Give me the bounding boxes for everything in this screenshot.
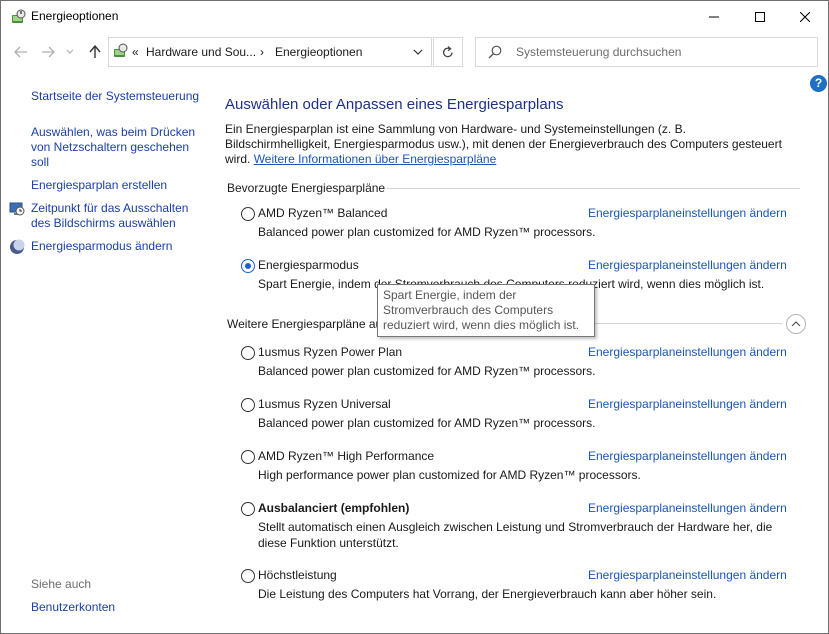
search-icon [488, 45, 502, 59]
page-title: Auswählen oder Anpassen eines Energiespa… [225, 96, 564, 113]
plan-name[interactable]: Ausbalanciert (empfohlen) [258, 501, 409, 515]
address-bar[interactable]: « Hardware und Sou... › Energieoptionen [108, 37, 432, 67]
section-divider [586, 323, 782, 324]
refresh-button[interactable] [433, 37, 463, 67]
minimize-button[interactable] [691, 1, 737, 32]
sidebar-link-home[interactable]: Startseite der Systemsteuerung [31, 89, 211, 104]
forward-arrow-icon [42, 46, 55, 58]
plan-radio-1usmus-universal[interactable] [241, 398, 255, 412]
search-input[interactable]: Systemsteuerung durchsuchen [516, 45, 681, 59]
sidebar-link-display-off[interactable]: Zeitpunkt für das Ausschalten des Bildsc… [31, 201, 201, 231]
close-icon [800, 11, 810, 22]
window-title: Energieoptionen [31, 9, 119, 23]
intro-text: Ein Energiesparplan ist eine Sammlung vo… [225, 122, 785, 167]
sidebar-link-user-accounts[interactable]: Benutzerkonten [31, 600, 115, 615]
minimize-icon [709, 16, 719, 17]
plan-settings-link[interactable]: Energiesparplaneinstellungen ändern [588, 345, 787, 359]
plan-radio-amd-balanced[interactable] [241, 207, 255, 221]
maximize-button[interactable] [737, 1, 783, 32]
breadcrumb-hardware[interactable]: Hardware und Sou... [146, 45, 256, 59]
sidebar-link-sleep[interactable]: Energiesparmodus ändern [31, 239, 211, 254]
sidebar-link-power-buttons[interactable]: Auswählen, was beim Drücken von Netzscha… [31, 125, 201, 170]
navigation-bar: « Hardware und Sou... › Energieoptionen … [1, 36, 828, 68]
back-button[interactable] [11, 42, 31, 62]
up-button[interactable] [85, 42, 105, 62]
title-bar: Energieoptionen [1, 1, 828, 32]
sidebar-link-create-plan[interactable]: Energiesparplan erstellen [31, 178, 211, 193]
preferred-plans-heading: Bevorzugte Energiesparpläne [227, 181, 386, 195]
plan-radio-amd-high-performance[interactable] [241, 450, 255, 464]
breadcrumb-power-options[interactable]: Energieoptionen [275, 45, 362, 59]
more-plans-heading: Weitere Energiesparpläne au [227, 317, 383, 331]
collapse-icon [791, 321, 801, 327]
plan-description: Balanced power plan customized for AMD R… [258, 364, 596, 378]
plan-description: Balanced power plan customized for AMD R… [258, 225, 596, 239]
control-panel-window: Energieoptionen « Hardware und Sou... › … [0, 0, 829, 634]
plan-description: Die Leistung des Computers hat Vorrang, … [258, 587, 717, 601]
breadcrumb-separator[interactable]: › [260, 45, 264, 59]
plan-radio-power-saver[interactable] [241, 259, 255, 273]
up-arrow-icon [89, 45, 101, 58]
close-button[interactable] [782, 1, 828, 32]
plan-tooltip: Spart Energie, indem der Stromverbrauch … [377, 284, 595, 337]
plan-name[interactable]: 1usmus Ryzen Power Plan [258, 345, 402, 359]
plan-name[interactable]: AMD Ryzen™ High Performance [258, 449, 434, 463]
see-also-label: Siehe auch [31, 577, 92, 591]
plan-description: High performance power plan customized f… [258, 468, 641, 482]
plan-name[interactable]: AMD Ryzen™ Balanced [258, 206, 387, 220]
moon-icon [10, 239, 25, 254]
power-options-icon [114, 43, 128, 57]
recent-dropdown-icon [66, 49, 74, 54]
plan-name[interactable]: Energiesparmodus [258, 258, 359, 272]
more-info-link[interactable]: Weitere Informationen über Energiesparpl… [254, 152, 497, 166]
breadcrumb-overflow[interactable]: « [132, 45, 139, 59]
forward-button[interactable] [38, 42, 58, 62]
help-icon[interactable]: ? [810, 75, 827, 92]
plan-name[interactable]: Höchstleistung [258, 568, 337, 582]
plan-name[interactable]: 1usmus Ryzen Universal [258, 397, 391, 411]
plan-settings-link[interactable]: Energiesparplaneinstellungen ändern [588, 501, 787, 515]
search-box[interactable]: Systemsteuerung durchsuchen [475, 37, 818, 67]
collapse-button[interactable] [786, 314, 806, 334]
section-divider [387, 188, 800, 189]
plan-settings-link[interactable]: Energiesparplaneinstellungen ändern [588, 568, 787, 582]
plan-description: Balanced power plan customized for AMD R… [258, 416, 596, 430]
chevron-down-icon[interactable] [413, 49, 423, 55]
plan-radio-1usmus-power[interactable] [241, 346, 255, 360]
power-options-icon [12, 9, 26, 23]
plan-description: Stellt automatisch einen Ausgleich zwisc… [258, 520, 773, 550]
refresh-icon [442, 45, 453, 57]
display-clock-icon [9, 202, 25, 216]
plan-settings-link[interactable]: Energiesparplaneinstellungen ändern [588, 397, 787, 411]
plan-radio-balanced[interactable] [241, 502, 255, 516]
plan-radio-high-performance[interactable] [241, 569, 255, 583]
maximize-icon [755, 11, 765, 22]
back-arrow-icon [14, 46, 27, 58]
plan-settings-link[interactable]: Energiesparplaneinstellungen ändern [588, 206, 787, 220]
plan-settings-link[interactable]: Energiesparplaneinstellungen ändern [588, 258, 787, 272]
recent-locations-button[interactable] [64, 42, 76, 62]
plan-settings-link[interactable]: Energiesparplaneinstellungen ändern [588, 449, 787, 463]
